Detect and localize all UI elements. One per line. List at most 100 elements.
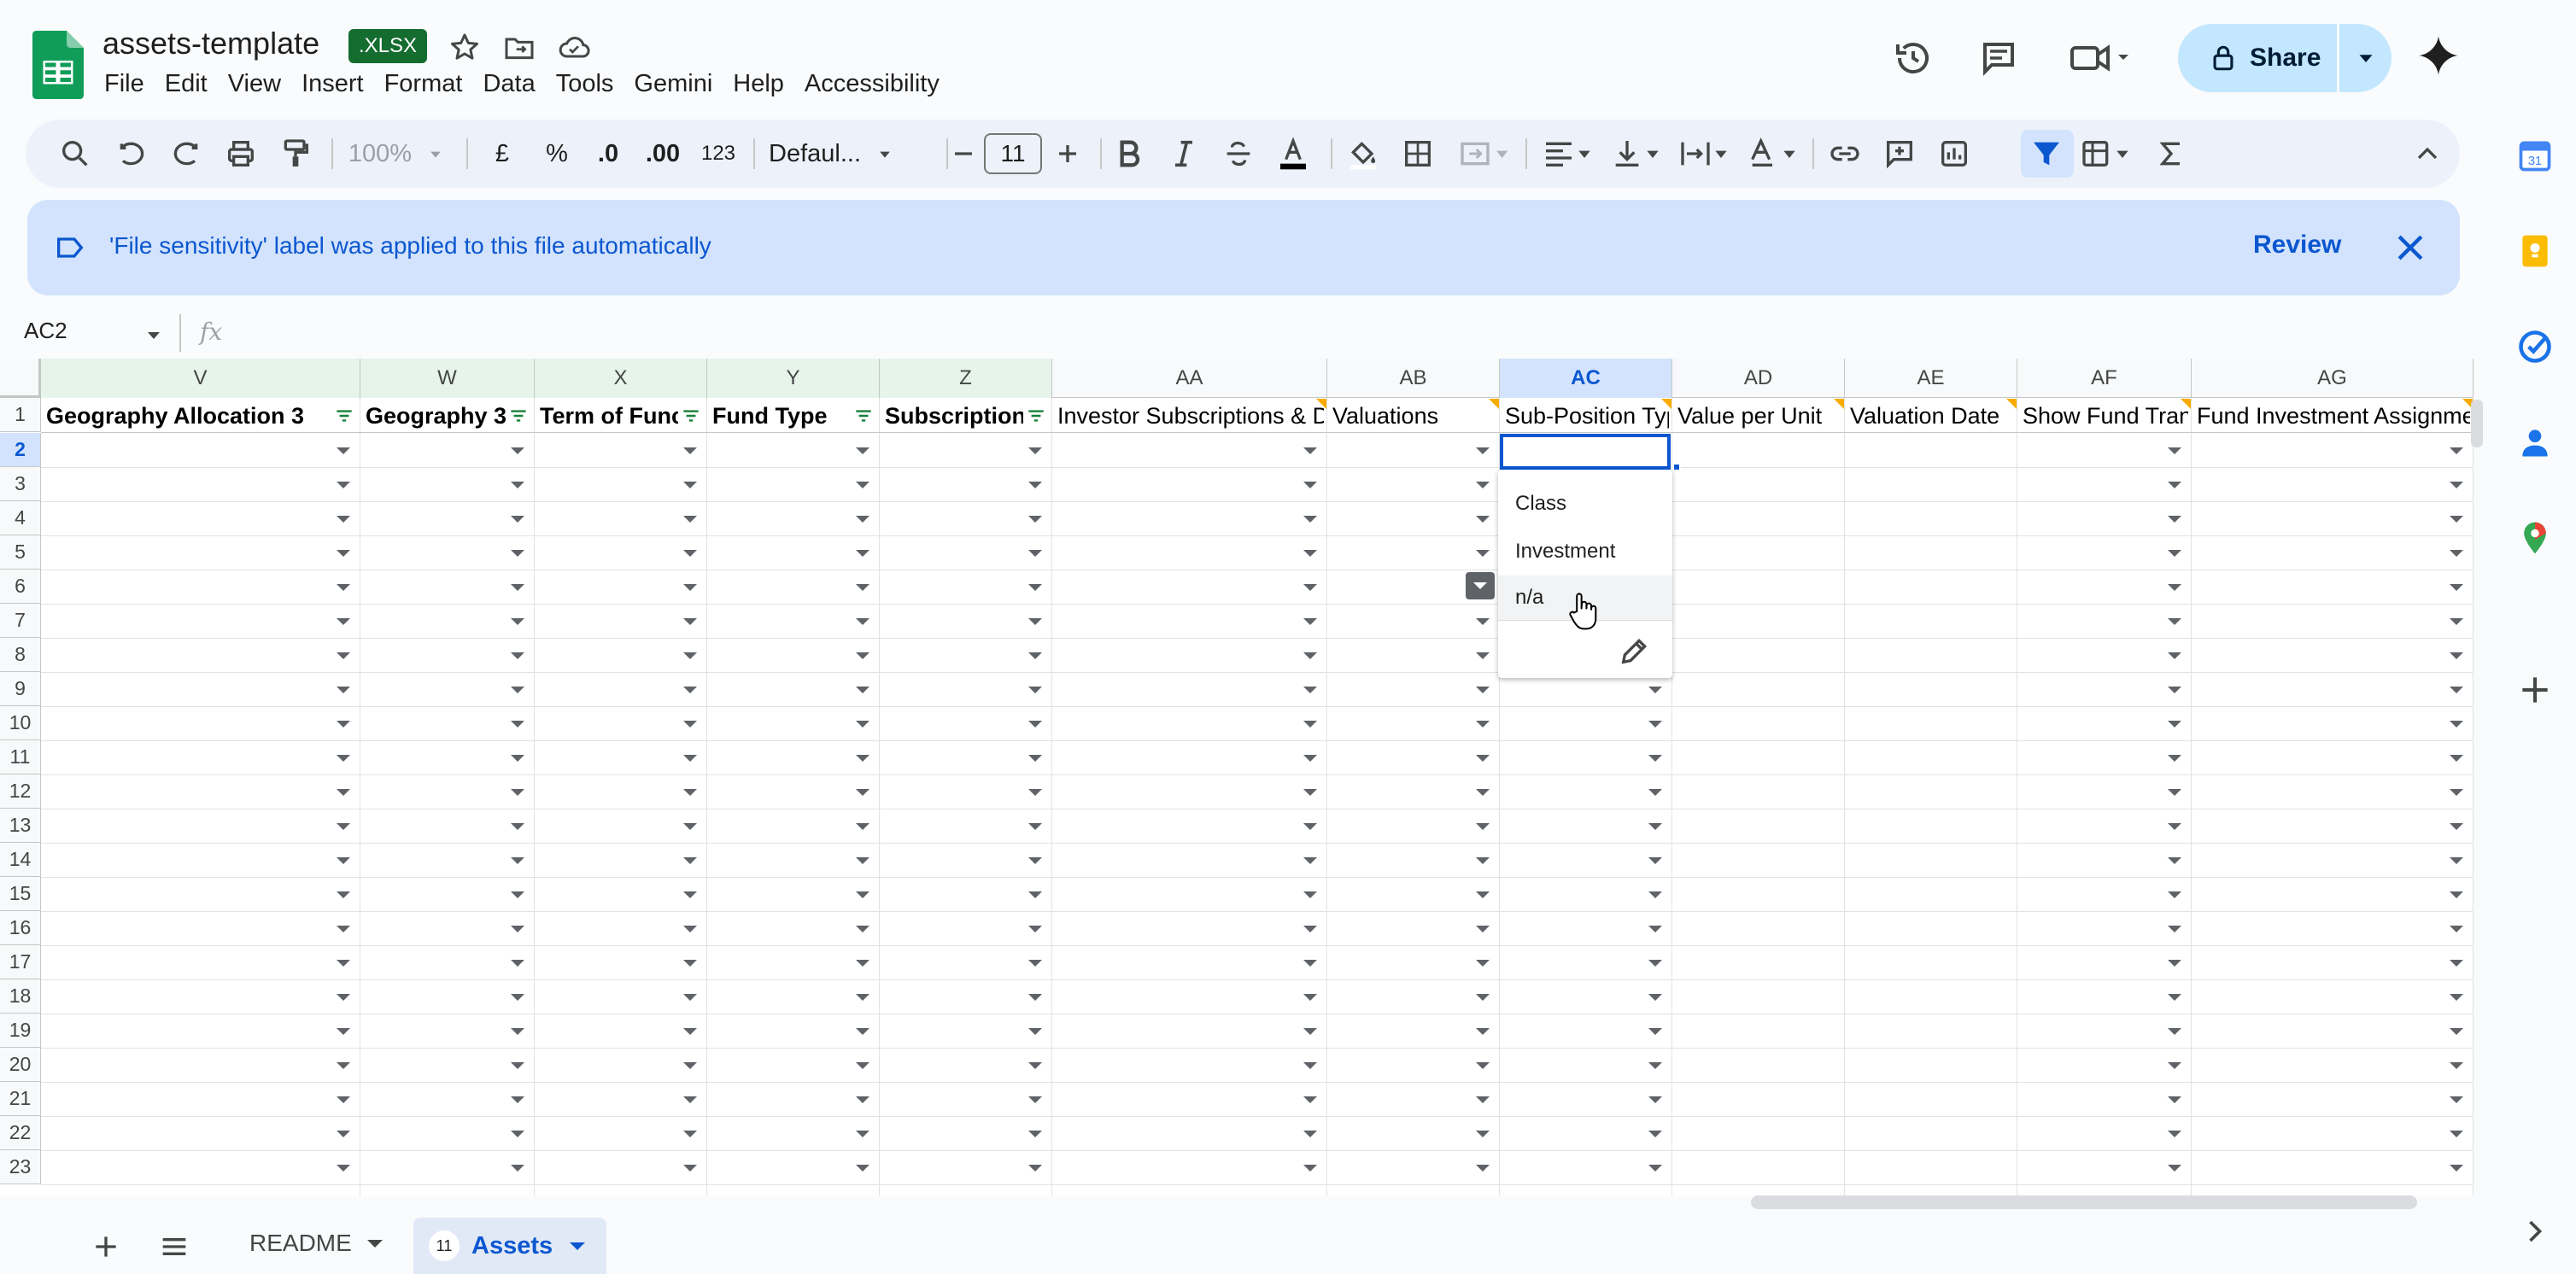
- cell-dropdown-arrow[interactable]: [337, 755, 350, 762]
- menu-edit[interactable]: Edit: [155, 68, 218, 102]
- column-header-aa[interactable]: AA: [1052, 359, 1327, 398]
- column-title-cell[interactable]: Geography Allocation 3: [41, 400, 331, 432]
- cell-dropdown-arrow[interactable]: [1028, 823, 1042, 830]
- calendar-icon[interactable]: 31: [2516, 137, 2554, 174]
- cell-dropdown-arrow[interactable]: [1648, 926, 1662, 932]
- cell-dropdown-arrow[interactable]: [1476, 926, 1490, 932]
- cell-dropdown-arrow[interactable]: [1028, 516, 1042, 523]
- edit-pencil-icon[interactable]: [1618, 634, 1652, 668]
- cell-dropdown-arrow[interactable]: [1648, 891, 1662, 898]
- cell-dropdown-arrow[interactable]: [2168, 652, 2181, 659]
- cell-dropdown-arrow[interactable]: [1028, 755, 1042, 762]
- star-icon[interactable]: [448, 31, 482, 65]
- cell-dropdown-arrow[interactable]: [1028, 857, 1042, 864]
- cell-dropdown-arrow[interactable]: [683, 687, 697, 693]
- cell-dropdown-arrow[interactable]: [856, 618, 869, 625]
- cell-dropdown-arrow[interactable]: [1648, 1028, 1662, 1035]
- text-rotation-icon[interactable]: [1742, 135, 1802, 172]
- column-header-ab[interactable]: AB: [1327, 359, 1500, 398]
- cell-dropdown-arrow[interactable]: [1476, 1062, 1490, 1069]
- cell-dropdown-arrow[interactable]: [511, 516, 524, 523]
- cell-dropdown-arrow[interactable]: [337, 482, 350, 488]
- cell-dropdown-arrow[interactable]: [2450, 482, 2463, 488]
- cell-dropdown-arrow[interactable]: [511, 550, 524, 557]
- filter-views-icon[interactable]: [2075, 135, 2135, 172]
- search-menus-icon[interactable]: [56, 135, 94, 172]
- row-header-17[interactable]: 17: [0, 945, 41, 979]
- cell-dropdown-arrow[interactable]: [1476, 652, 1490, 659]
- cell-dropdown-arrow[interactable]: [2450, 823, 2463, 830]
- cell-dropdown-arrow[interactable]: [856, 652, 869, 659]
- fill-handle[interactable]: [1672, 463, 1681, 471]
- cell-dropdown-arrow[interactable]: [1028, 687, 1042, 693]
- cell-dropdown-arrow[interactable]: [2168, 447, 2181, 454]
- filter-icon[interactable]: [2028, 135, 2065, 172]
- insert-link-icon[interactable]: [1826, 135, 1864, 172]
- cell-dropdown-arrow[interactable]: [1303, 789, 1317, 796]
- contacts-icon[interactable]: [2516, 424, 2554, 461]
- cell-dropdown-arrow[interactable]: [856, 550, 869, 557]
- cell-dropdown-arrow[interactable]: [856, 1028, 869, 1035]
- cell-dropdown-arrow[interactable]: [1303, 960, 1317, 967]
- cell-dropdown-arrow[interactable]: [1028, 926, 1042, 932]
- row-header-23[interactable]: 23: [0, 1150, 41, 1184]
- caret-down-icon[interactable]: [570, 1242, 586, 1250]
- cell-dropdown-arrow[interactable]: [683, 755, 697, 762]
- column-header-ae[interactable]: AE: [1845, 359, 2017, 398]
- dropdown-option-investment[interactable]: Investment: [1498, 529, 1672, 574]
- row-header-14[interactable]: 14: [0, 843, 41, 877]
- font-select[interactable]: Defaul...: [769, 135, 940, 172]
- cell-dropdown-arrow[interactable]: [683, 789, 697, 796]
- cell-dropdown-arrow[interactable]: [2450, 618, 2463, 625]
- filter-toggle-icon[interactable]: [680, 405, 702, 427]
- cell-dropdown-arrow[interactable]: [1476, 891, 1490, 898]
- cell-dropdown-arrow[interactable]: [511, 1096, 524, 1103]
- tasks-icon[interactable]: [2516, 328, 2554, 365]
- cloud-saved-icon[interactable]: [557, 31, 591, 65]
- close-icon[interactable]: [2392, 229, 2429, 266]
- column-title-cell[interactable]: Fund Type: [707, 400, 851, 432]
- name-box[interactable]: AC2: [24, 318, 67, 344]
- cell-dropdown-arrow[interactable]: [1648, 755, 1662, 762]
- cell-dropdown-arrow[interactable]: [2168, 516, 2181, 523]
- cell-dropdown-arrow[interactable]: [1476, 1028, 1490, 1035]
- cell-dropdown-arrow[interactable]: [1028, 891, 1042, 898]
- insert-chart-icon[interactable]: [1935, 135, 1973, 172]
- cell-dropdown-arrow[interactable]: [511, 721, 524, 728]
- format-currency-button[interactable]: £: [483, 135, 521, 172]
- column-header-af[interactable]: AF: [2017, 359, 2192, 398]
- menu-format[interactable]: Format: [374, 68, 473, 102]
- zoom-select[interactable]: 100%: [338, 135, 458, 172]
- cell-dropdown-arrow[interactable]: [1476, 994, 1490, 1001]
- cell-dropdown-arrow[interactable]: [1648, 687, 1662, 693]
- cell-dropdown-arrow[interactable]: [1028, 960, 1042, 967]
- cell-dropdown-arrow[interactable]: [511, 1165, 524, 1172]
- add-sheet-icon[interactable]: [89, 1230, 123, 1264]
- row-header-1[interactable]: 1: [0, 398, 41, 432]
- cell-dropdown-arrow[interactable]: [2168, 1028, 2181, 1035]
- row-header-10[interactable]: 10: [0, 706, 41, 740]
- cell-dropdown-arrow[interactable]: [683, 721, 697, 728]
- cell-dropdown-arrow[interactable]: [1303, 1096, 1317, 1103]
- cell-dropdown-arrow[interactable]: [1028, 652, 1042, 659]
- cell-dropdown-arrow[interactable]: [1303, 516, 1317, 523]
- keep-icon[interactable]: [2516, 232, 2554, 270]
- cell-dropdown-arrow[interactable]: [683, 447, 697, 454]
- menu-insert[interactable]: Insert: [291, 68, 374, 102]
- cell-dropdown-arrow[interactable]: [1476, 618, 1490, 625]
- cell-dropdown-arrow[interactable]: [856, 687, 869, 693]
- menu-view[interactable]: View: [218, 68, 291, 102]
- cell-dropdown-arrow[interactable]: [337, 721, 350, 728]
- cell-dropdown-arrow[interactable]: [2450, 960, 2463, 967]
- cell-dropdown-arrow[interactable]: [337, 960, 350, 967]
- borders-icon[interactable]: [1399, 135, 1437, 172]
- cell-dropdown-arrow[interactable]: [337, 652, 350, 659]
- cell-dropdown-arrow[interactable]: [1028, 618, 1042, 625]
- cell-dropdown-arrow[interactable]: [337, 1062, 350, 1069]
- collapse-toolbar-icon[interactable]: [2409, 135, 2446, 172]
- menu-help[interactable]: Help: [723, 68, 794, 102]
- text-wrapping-icon[interactable]: [1674, 135, 1734, 172]
- cell-dropdown-arrow[interactable]: [1648, 1096, 1662, 1103]
- cell-dropdown-arrow[interactable]: [856, 823, 869, 830]
- cell-dropdown-arrow[interactable]: [2168, 721, 2181, 728]
